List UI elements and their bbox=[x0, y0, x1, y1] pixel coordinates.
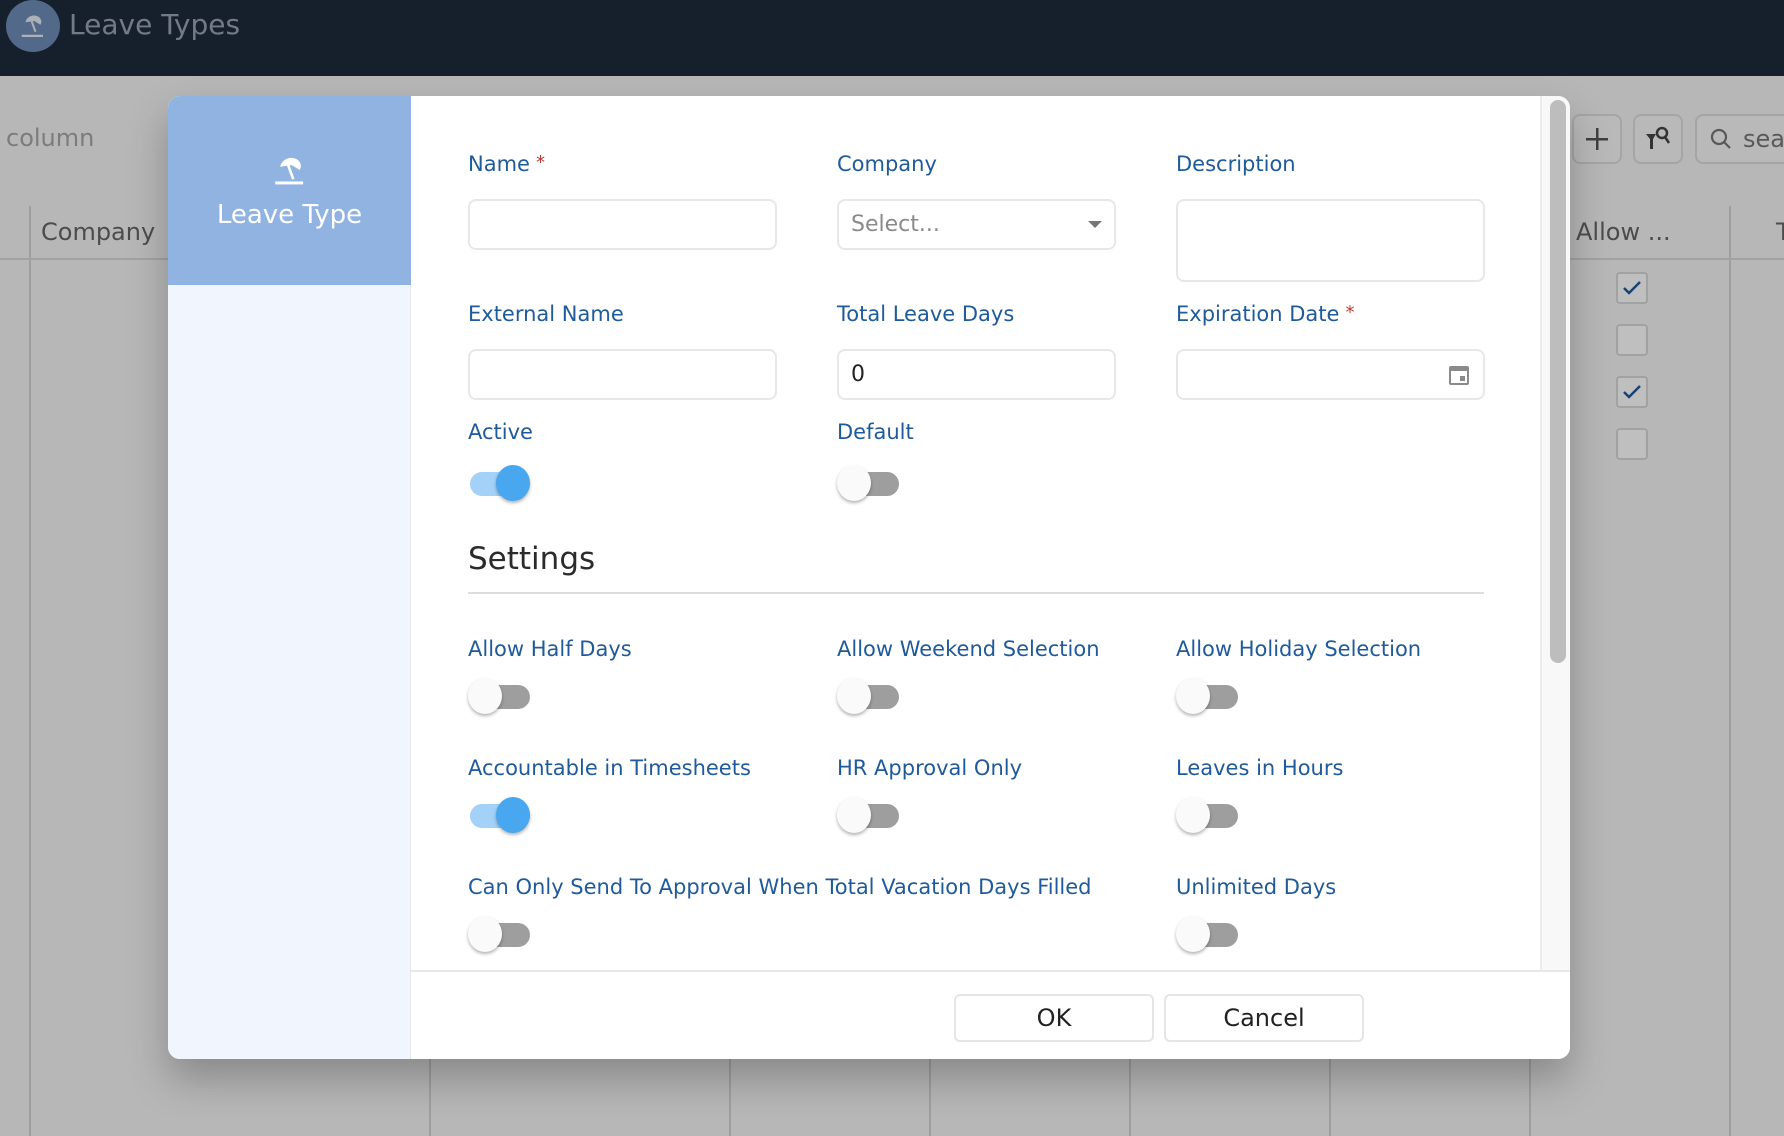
allow-holiday-selection-label: Allow Holiday Selection bbox=[1176, 637, 1422, 661]
dialog-sidebar: Leave Type bbox=[168, 96, 411, 1059]
total-leave-days-label: Total Leave Days bbox=[837, 302, 1015, 326]
name-label: Name * bbox=[468, 152, 545, 176]
header-backdrop bbox=[0, 0, 1784, 76]
beach-umbrella-icon bbox=[274, 157, 303, 184]
description-label: Description bbox=[1176, 152, 1296, 176]
expiration-date-label: Expiration Date * bbox=[1176, 302, 1355, 326]
send-to-approval-when-filled-label: Can Only Send To Approval When Total Vac… bbox=[468, 875, 1092, 899]
name-input[interactable] bbox=[468, 199, 777, 250]
hr-approval-only-label: HR Approval Only bbox=[837, 756, 1023, 780]
default-label: Default bbox=[837, 420, 914, 444]
dialog-footer: OK Cancel bbox=[411, 970, 1570, 1059]
leave-type-dialog: Leave Type Name * Company Select... Descr… bbox=[168, 96, 1570, 1059]
ok-button[interactable]: OK bbox=[954, 994, 1154, 1042]
total-leave-days-input[interactable]: 0 bbox=[837, 349, 1116, 400]
dialog-title: Leave Type bbox=[216, 199, 363, 230]
hr-approval-only-toggle[interactable] bbox=[837, 796, 903, 834]
dialog-form: Name * Company Select... Description Exte… bbox=[411, 96, 1570, 970]
cancel-button[interactable]: Cancel bbox=[1164, 994, 1364, 1042]
send-to-approval-when-filled-toggle[interactable] bbox=[468, 915, 534, 953]
dialog-sidebar-header: Leave Type bbox=[168, 96, 411, 285]
chevron-down-icon bbox=[1088, 221, 1102, 228]
unlimited-days-label: Unlimited Days bbox=[1176, 875, 1337, 899]
allow-half-days-label: Allow Half Days bbox=[468, 637, 632, 661]
allow-weekend-selection-label: Allow Weekend Selection bbox=[837, 637, 1100, 661]
active-label: Active bbox=[468, 420, 533, 444]
company-label: Company bbox=[837, 152, 937, 176]
calendar-icon[interactable] bbox=[1447, 363, 1471, 387]
description-textarea[interactable] bbox=[1176, 199, 1485, 282]
company-select-placeholder: Select... bbox=[851, 212, 940, 237]
unlimited-days-toggle[interactable] bbox=[1176, 915, 1242, 953]
allow-holiday-selection-toggle[interactable] bbox=[1176, 677, 1242, 715]
settings-divider bbox=[468, 592, 1484, 594]
required-marker: * bbox=[1345, 302, 1355, 323]
company-select[interactable]: Select... bbox=[837, 199, 1116, 250]
scrollbar-thumb[interactable] bbox=[1550, 100, 1566, 663]
default-toggle[interactable] bbox=[837, 464, 903, 502]
allow-weekend-selection-toggle[interactable] bbox=[837, 677, 903, 715]
accountable-in-timesheets-toggle[interactable] bbox=[468, 796, 534, 834]
allow-half-days-toggle[interactable] bbox=[468, 677, 534, 715]
active-toggle[interactable] bbox=[468, 464, 534, 502]
leaves-in-hours-toggle[interactable] bbox=[1176, 796, 1242, 834]
dialog-scrollbar[interactable] bbox=[1540, 96, 1570, 970]
required-marker: * bbox=[535, 152, 545, 173]
expiration-date-input[interactable] bbox=[1176, 349, 1485, 400]
leaves-in-hours-label: Leaves in Hours bbox=[1176, 756, 1344, 780]
accountable-in-timesheets-label: Accountable in Timesheets bbox=[468, 756, 751, 780]
external-name-input[interactable] bbox=[468, 349, 777, 400]
external-name-label: External Name bbox=[468, 302, 624, 326]
settings-heading: Settings bbox=[468, 541, 596, 577]
